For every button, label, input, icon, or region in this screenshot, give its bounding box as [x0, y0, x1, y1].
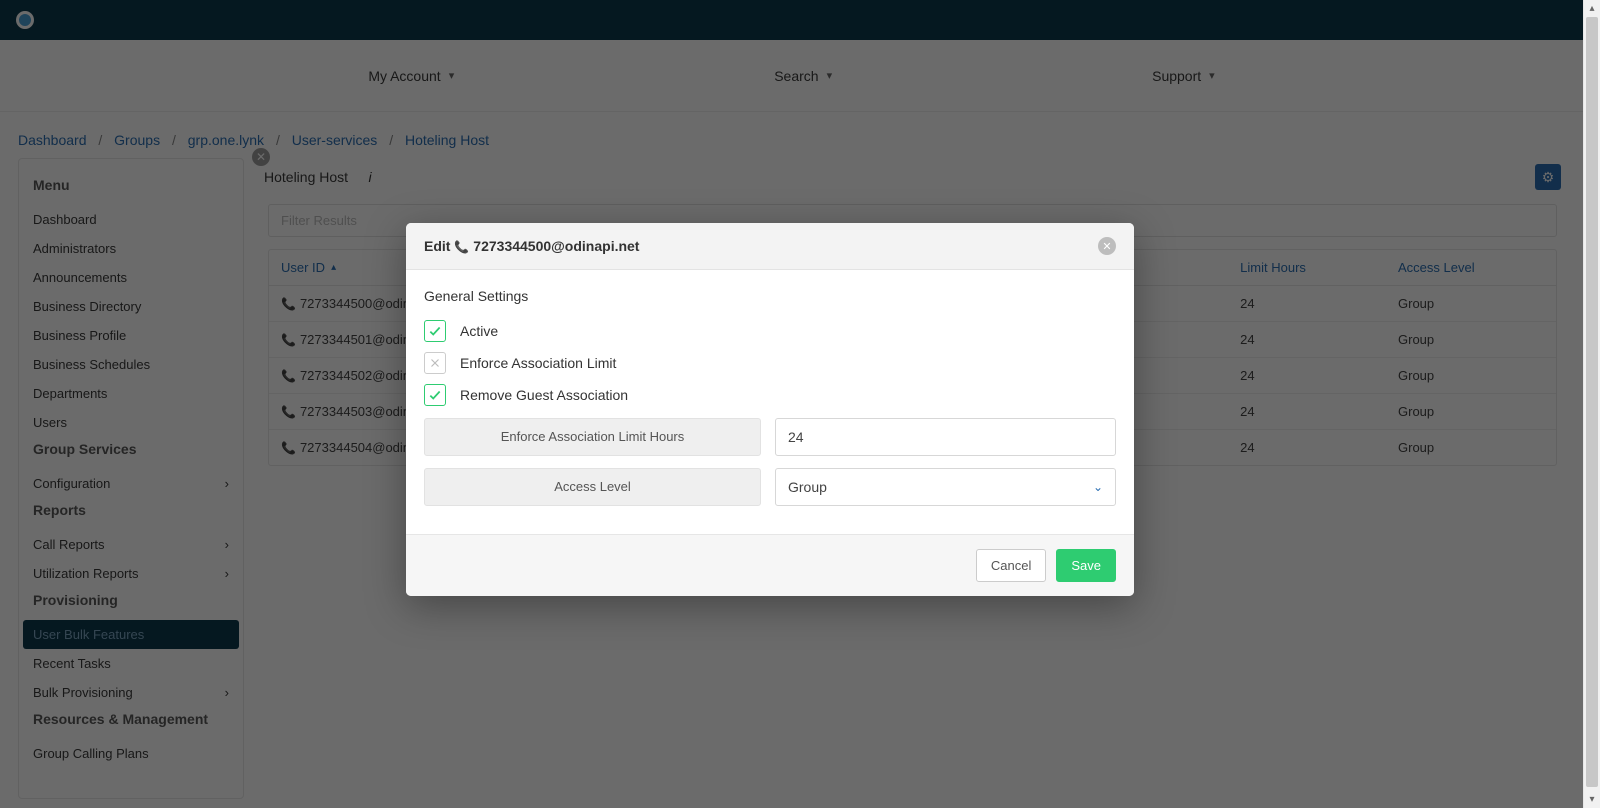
save-button[interactable]: Save	[1056, 549, 1116, 582]
cancel-button[interactable]: Cancel	[976, 549, 1046, 582]
enforce-limit-checkbox[interactable]	[424, 352, 446, 374]
modal-edit-prefix: Edit	[424, 238, 454, 254]
scroll-down-button[interactable]: ▾	[1584, 791, 1600, 808]
active-checkbox[interactable]	[424, 320, 446, 342]
hours-input-wrapper	[775, 418, 1116, 456]
active-label: Active	[460, 323, 498, 339]
hours-input[interactable]	[788, 429, 1103, 445]
access-level-select[interactable]: Group ⌄	[775, 468, 1116, 506]
access-level-label: Access Level	[424, 468, 761, 506]
triangle-down-icon: ▾	[1589, 794, 1594, 805]
access-level-value: Group	[788, 479, 827, 495]
triangle-up-icon: ▴	[1589, 3, 1594, 14]
check-icon	[428, 324, 442, 338]
modal-header: Edit 📞 7273344500@odinapi.net ✕	[406, 223, 1134, 270]
remove-guest-label: Remove Guest Association	[460, 387, 628, 403]
modal-user-id: 7273344500@odinapi.net	[473, 238, 639, 254]
modal-footer: Cancel Save	[406, 534, 1134, 596]
check-icon	[428, 388, 442, 402]
scroll-thumb[interactable]	[1586, 17, 1598, 787]
chevron-down-icon: ⌄	[1093, 480, 1103, 494]
modal-title: Edit 📞 7273344500@odinapi.net	[424, 238, 639, 254]
save-label: Save	[1071, 558, 1101, 573]
section-title: General Settings	[424, 288, 1116, 304]
modal-close-button[interactable]: ✕	[1098, 237, 1116, 255]
x-icon	[428, 356, 442, 370]
hours-label: Enforce Association Limit Hours	[424, 418, 761, 456]
edit-hoteling-host-modal: Edit 📞 7273344500@odinapi.net ✕ General S…	[406, 223, 1134, 596]
close-icon: ✕	[1102, 240, 1111, 253]
scroll-up-button[interactable]: ▴	[1584, 0, 1600, 17]
phone-icon: 📞	[454, 240, 469, 254]
remove-guest-checkbox[interactable]	[424, 384, 446, 406]
enforce-limit-label: Enforce Association Limit	[460, 355, 616, 371]
modal-body: General Settings Active Enforce Associat…	[406, 270, 1134, 534]
vertical-scrollbar[interactable]: ▴ ▾	[1583, 0, 1600, 808]
cancel-label: Cancel	[991, 558, 1031, 573]
